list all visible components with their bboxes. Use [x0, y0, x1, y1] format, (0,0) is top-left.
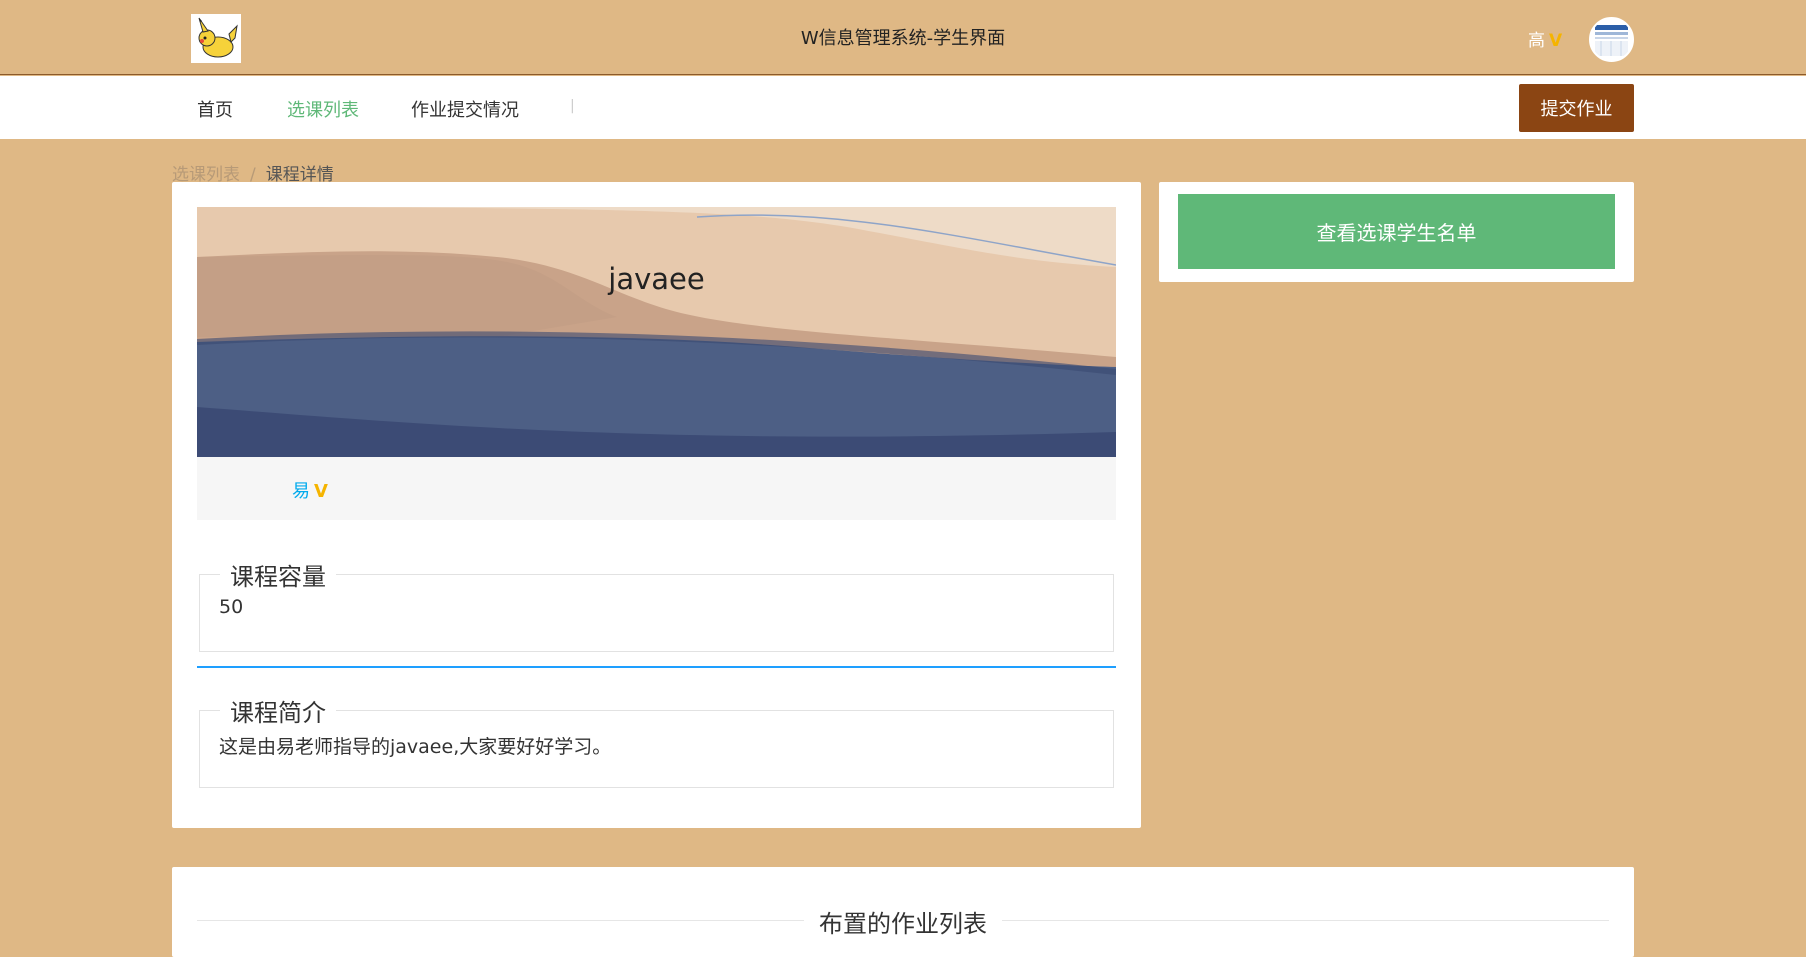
nav-item-homework-status[interactable]: 作业提交情况	[411, 96, 519, 122]
teacher-name[interactable]: 易	[292, 481, 310, 502]
section-divider	[197, 666, 1116, 668]
main-nav: 首页 选课列表 作业提交情况 | 提交作业	[0, 76, 1806, 139]
homework-list-title-wrap: 布置的作业列表	[172, 904, 1634, 939]
teacher-link[interactable]: 易V	[292, 477, 328, 503]
vip-badge-icon: V	[314, 481, 328, 502]
nav-separator: |	[570, 98, 575, 114]
view-student-roster-button[interactable]: 查看选课学生名单	[1178, 194, 1615, 269]
banner-landscape-image	[197, 207, 1116, 457]
avatar[interactable]	[1589, 17, 1634, 62]
vip-badge-icon: V	[1549, 31, 1563, 51]
submit-homework-button[interactable]: 提交作业	[1519, 84, 1634, 132]
top-header: W信息管理系统-学生界面 高V	[0, 0, 1806, 75]
capacity-value: 50	[219, 596, 244, 618]
intro-label: 课程简介	[230, 699, 326, 727]
user-menu[interactable]: 高V	[1528, 26, 1562, 51]
nav-item-course-list[interactable]: 选课列表	[287, 96, 359, 122]
nav-item-home[interactable]: 首页	[197, 96, 233, 122]
course-detail-card: javaee 易V 课程容量 50 课程简介 这是由易老师指导的javaee,大…	[172, 182, 1141, 828]
capacity-fieldset: 课程容量 50	[199, 557, 1114, 652]
user-name[interactable]: 高	[1528, 31, 1545, 51]
side-card: 查看选课学生名单	[1159, 182, 1634, 282]
capacity-label: 课程容量	[230, 563, 326, 591]
homework-list-title: 布置的作业列表	[804, 910, 1002, 938]
intro-value: 这是由易老师指导的javaee,大家要好好学习。	[219, 736, 612, 758]
teacher-strip: 易V	[197, 457, 1116, 520]
course-banner: javaee	[197, 207, 1116, 457]
course-title: javaee	[608, 262, 705, 296]
intro-fieldset: 课程简介 这是由易老师指导的javaee,大家要好好学习。	[199, 693, 1114, 788]
